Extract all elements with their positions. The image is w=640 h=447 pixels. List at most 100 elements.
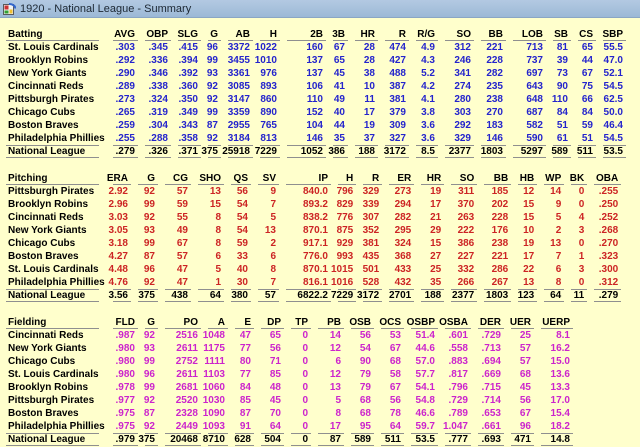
stat-cell: 46.4: [603, 120, 623, 131]
report-window: 1920 - National League - Summary Batting…: [0, 0, 640, 447]
window-titlebar[interactable]: 1920 - National League - Summary: [0, 0, 640, 18]
stat-cell: 589: [546, 145, 571, 158]
stat-cell: 309: [389, 120, 406, 131]
stat-cell: .326: [138, 145, 171, 158]
stat-cell: 280: [454, 94, 471, 105]
stat-cell: 67: [176, 238, 188, 249]
stat-cell: 4.76: [108, 277, 128, 288]
team-name-cell: Chicago Cubs: [8, 238, 76, 249]
stat-cell: 19: [430, 186, 442, 197]
stat-cell: 13: [329, 382, 341, 393]
stat-cell: 4: [578, 212, 585, 223]
table-row: Brooklyn Robins 2.96 99 59 15 54 7 893.2 829 339 2…: [6, 198, 621, 211]
stat-cell: 589: [344, 433, 374, 446]
stat-cell: 4.9: [421, 42, 435, 53]
stat-cell: 45: [333, 68, 345, 79]
stat-cell: 327: [389, 133, 406, 144]
stat-cell: 68: [359, 408, 371, 419]
stat-cell: 8: [215, 212, 221, 223]
stat-cell: .304: [148, 120, 168, 131]
table-row: Philadelphia Phillies .255 .288 .358 92 3184 8…: [6, 132, 626, 145]
team-name-cell: New York Giants: [8, 343, 87, 354]
table-row: St. Louis Cardinals .303 .345 .415 96 3372 102…: [6, 41, 626, 54]
column-header: PO: [158, 316, 201, 329]
table-row: Chicago Cubs .265 .319 .349 99 3359 890 152 40 17…: [6, 106, 626, 119]
stat-cell: .324: [148, 94, 168, 105]
total-row: National League .979 375 20468 8710 628 504 0 87…: [6, 433, 573, 446]
column-header: HR: [348, 28, 378, 41]
stat-cell: 375: [201, 145, 221, 158]
column-header: SB: [546, 28, 571, 41]
stat-cell: 286: [491, 264, 509, 275]
stat-cell: 13.3: [550, 382, 570, 393]
column-header: FLD: [106, 316, 138, 329]
stat-cell: 49: [333, 94, 345, 105]
stat-cell: 829: [336, 199, 354, 210]
column-header: R: [378, 28, 409, 41]
stat-cell: 99: [143, 382, 155, 393]
table-row: Brooklyn Robins .292 .336 .394 99 3455 1010 137…: [6, 54, 626, 67]
table-row: Pittsburgh Pirates .273 .324 .350 92 3147 860 1…: [6, 93, 626, 106]
stat-cell: 68: [519, 369, 531, 380]
stat-cell: 56: [359, 330, 371, 341]
stat-cell: .661: [481, 421, 501, 432]
stat-cell: 35: [430, 277, 442, 288]
stat-cell: 870.1: [302, 225, 328, 236]
stat-cell: .343: [178, 120, 198, 131]
stat-cell: 79: [359, 382, 371, 393]
stat-cell: 61: [556, 133, 568, 144]
stat-cell: 93: [206, 68, 218, 79]
stat-cell: 54.8: [415, 395, 435, 406]
stat-cell: 267: [491, 277, 509, 288]
fielding-table: Fielding FLD G PO A E DP TP PB OSB OCS OSBP OSBA DER U…: [6, 316, 573, 446]
report-icon[interactable]: [3, 2, 17, 15]
stat-cell: 85: [239, 395, 251, 406]
stat-cell: 16.2: [550, 343, 570, 354]
stat-cell: .694: [481, 356, 501, 367]
stat-cell: 55.5: [603, 42, 623, 53]
stat-cell: 59: [236, 238, 248, 249]
stat-cell: 0: [302, 369, 308, 380]
team-name-cell: Philadelphia Phillies: [8, 277, 105, 288]
stat-cell: 329: [454, 133, 471, 144]
stat-cell: 8: [555, 277, 562, 288]
team-name-cell: Philadelphia Phillies: [8, 133, 105, 144]
stat-cell: 183: [486, 120, 503, 131]
stat-cell: 7: [270, 199, 276, 210]
stat-cell: 1: [578, 251, 585, 262]
stat-cell: 146: [306, 133, 323, 144]
stat-cell: 1803: [474, 145, 506, 158]
stat-cell: 3.6: [421, 120, 435, 131]
stat-cell: 221: [486, 42, 503, 53]
stat-cell: 2752: [175, 356, 198, 367]
stat-cell: 67: [333, 42, 345, 53]
column-header: ER: [382, 172, 415, 185]
table-row: New York Giants .980 93 2611 1175 77 56 0 12 54 67…: [6, 342, 573, 355]
stat-cell: 292: [454, 120, 471, 131]
stat-cell: 92: [143, 186, 155, 197]
stat-cell: 53.5: [596, 145, 626, 158]
stat-cell: 9: [270, 186, 276, 197]
stat-cell: 6: [270, 251, 276, 262]
table-row: Boston Braves 4.27 87 57 6 33 6 776.0 993 435 368 2…: [6, 250, 621, 263]
stat-cell: 12: [523, 186, 535, 197]
stat-cell: .279: [106, 145, 138, 158]
stat-cell: 87: [311, 433, 344, 446]
stat-cell: 12: [329, 343, 341, 354]
stat-cell: 38: [363, 68, 375, 79]
stat-cell: .250: [598, 199, 619, 210]
total-row: National League .279.326.371 375 25918 7229 1…: [6, 145, 626, 158]
stat-cell: .319: [148, 107, 168, 118]
stat-cell: 15: [209, 199, 221, 210]
stat-cell: .371: [171, 145, 201, 158]
window-title: 1920 - National League - Summary: [20, 2, 192, 15]
stat-cell: 1022: [254, 42, 277, 53]
stat-cell: 15.0: [550, 356, 570, 367]
stat-cell: 15: [523, 199, 535, 210]
stat-cell: 17: [329, 421, 341, 432]
league-name-cell: National League: [6, 433, 106, 446]
stat-cell: 202: [491, 199, 509, 210]
team-name-cell: Boston Braves: [8, 251, 79, 262]
stat-cell: 15: [523, 212, 535, 223]
column-header: OSB: [344, 316, 374, 329]
